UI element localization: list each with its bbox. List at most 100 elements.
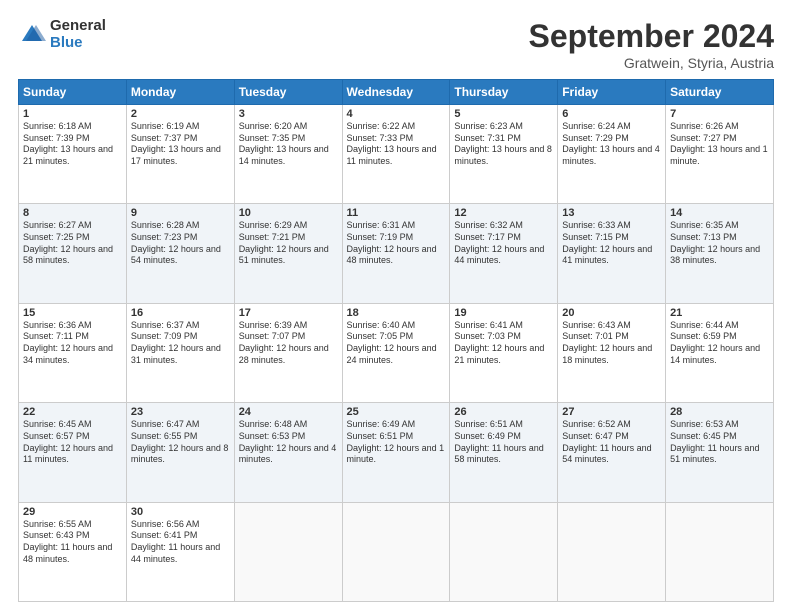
day-number: 16 xyxy=(131,307,230,319)
col-thursday: Thursday xyxy=(450,80,558,105)
table-row: 4 Sunrise: 6:22 AM Sunset: 7:33 PM Dayli… xyxy=(342,105,450,204)
day-number: 4 xyxy=(347,108,446,120)
table-row: 29 Sunrise: 6:55 AM Sunset: 6:43 PM Dayl… xyxy=(19,502,127,601)
cell-content: Sunrise: 6:31 AM Sunset: 7:19 PM Dayligh… xyxy=(347,220,446,267)
cell-content: Sunrise: 6:23 AM Sunset: 7:31 PM Dayligh… xyxy=(454,121,553,168)
cell-content: Sunrise: 6:29 AM Sunset: 7:21 PM Dayligh… xyxy=(239,220,338,267)
cell-content: Sunrise: 6:27 AM Sunset: 7:25 PM Dayligh… xyxy=(23,220,122,267)
table-row: 19 Sunrise: 6:41 AM Sunset: 7:03 PM Dayl… xyxy=(450,303,558,402)
table-row: 13 Sunrise: 6:33 AM Sunset: 7:15 PM Dayl… xyxy=(558,204,666,303)
day-number: 8 xyxy=(23,207,122,219)
table-row: 20 Sunrise: 6:43 AM Sunset: 7:01 PM Dayl… xyxy=(558,303,666,402)
location: Gratwein, Styria, Austria xyxy=(529,55,774,71)
table-row xyxy=(450,502,558,601)
table-row: 22 Sunrise: 6:45 AM Sunset: 6:57 PM Dayl… xyxy=(19,403,127,502)
day-number: 28 xyxy=(670,406,769,418)
table-row: 8 Sunrise: 6:27 AM Sunset: 7:25 PM Dayli… xyxy=(19,204,127,303)
cell-content: Sunrise: 6:24 AM Sunset: 7:29 PM Dayligh… xyxy=(562,121,661,168)
day-number: 2 xyxy=(131,108,230,120)
title-section: September 2024 Gratwein, Styria, Austria xyxy=(529,18,774,71)
table-row xyxy=(234,502,342,601)
cell-content: Sunrise: 6:37 AM Sunset: 7:09 PM Dayligh… xyxy=(131,320,230,367)
cell-content: Sunrise: 6:22 AM Sunset: 7:33 PM Dayligh… xyxy=(347,121,446,168)
logo-icon xyxy=(18,21,46,49)
table-row: 7 Sunrise: 6:26 AM Sunset: 7:27 PM Dayli… xyxy=(666,105,774,204)
cell-content: Sunrise: 6:26 AM Sunset: 7:27 PM Dayligh… xyxy=(670,121,769,168)
day-number: 7 xyxy=(670,108,769,120)
day-number: 9 xyxy=(131,207,230,219)
table-row: 5 Sunrise: 6:23 AM Sunset: 7:31 PM Dayli… xyxy=(450,105,558,204)
day-number: 22 xyxy=(23,406,122,418)
table-row xyxy=(342,502,450,601)
cell-content: Sunrise: 6:28 AM Sunset: 7:23 PM Dayligh… xyxy=(131,220,230,267)
day-number: 5 xyxy=(454,108,553,120)
table-row: 2 Sunrise: 6:19 AM Sunset: 7:37 PM Dayli… xyxy=(126,105,234,204)
day-number: 20 xyxy=(562,307,661,319)
logo-blue-text: Blue xyxy=(50,35,106,52)
day-number: 6 xyxy=(562,108,661,120)
day-number: 19 xyxy=(454,307,553,319)
table-row: 11 Sunrise: 6:31 AM Sunset: 7:19 PM Dayl… xyxy=(342,204,450,303)
table-row: 26 Sunrise: 6:51 AM Sunset: 6:49 PM Dayl… xyxy=(450,403,558,502)
cell-content: Sunrise: 6:19 AM Sunset: 7:37 PM Dayligh… xyxy=(131,121,230,168)
day-number: 14 xyxy=(670,207,769,219)
day-number: 25 xyxy=(347,406,446,418)
day-number: 1 xyxy=(23,108,122,120)
col-monday: Monday xyxy=(126,80,234,105)
cell-content: Sunrise: 6:45 AM Sunset: 6:57 PM Dayligh… xyxy=(23,419,122,466)
cell-content: Sunrise: 6:41 AM Sunset: 7:03 PM Dayligh… xyxy=(454,320,553,367)
day-number: 26 xyxy=(454,406,553,418)
cell-content: Sunrise: 6:48 AM Sunset: 6:53 PM Dayligh… xyxy=(239,419,338,466)
cell-content: Sunrise: 6:39 AM Sunset: 7:07 PM Dayligh… xyxy=(239,320,338,367)
logo: General Blue xyxy=(18,18,106,51)
cell-content: Sunrise: 6:55 AM Sunset: 6:43 PM Dayligh… xyxy=(23,519,122,566)
cell-content: Sunrise: 6:44 AM Sunset: 6:59 PM Dayligh… xyxy=(670,320,769,367)
cell-content: Sunrise: 6:56 AM Sunset: 6:41 PM Dayligh… xyxy=(131,519,230,566)
day-number: 30 xyxy=(131,506,230,518)
table-row: 14 Sunrise: 6:35 AM Sunset: 7:13 PM Dayl… xyxy=(666,204,774,303)
cell-content: Sunrise: 6:32 AM Sunset: 7:17 PM Dayligh… xyxy=(454,220,553,267)
day-number: 29 xyxy=(23,506,122,518)
table-row: 3 Sunrise: 6:20 AM Sunset: 7:35 PM Dayli… xyxy=(234,105,342,204)
cell-content: Sunrise: 6:53 AM Sunset: 6:45 PM Dayligh… xyxy=(670,419,769,466)
col-tuesday: Tuesday xyxy=(234,80,342,105)
table-row: 25 Sunrise: 6:49 AM Sunset: 6:51 PM Dayl… xyxy=(342,403,450,502)
day-number: 27 xyxy=(562,406,661,418)
table-row: 12 Sunrise: 6:32 AM Sunset: 7:17 PM Dayl… xyxy=(450,204,558,303)
table-row: 16 Sunrise: 6:37 AM Sunset: 7:09 PM Dayl… xyxy=(126,303,234,402)
table-row: 6 Sunrise: 6:24 AM Sunset: 7:29 PM Dayli… xyxy=(558,105,666,204)
cell-content: Sunrise: 6:40 AM Sunset: 7:05 PM Dayligh… xyxy=(347,320,446,367)
day-number: 21 xyxy=(670,307,769,319)
cell-content: Sunrise: 6:18 AM Sunset: 7:39 PM Dayligh… xyxy=(23,121,122,168)
month-title: September 2024 xyxy=(529,18,774,55)
table-row xyxy=(558,502,666,601)
cell-content: Sunrise: 6:43 AM Sunset: 7:01 PM Dayligh… xyxy=(562,320,661,367)
cell-content: Sunrise: 6:49 AM Sunset: 6:51 PM Dayligh… xyxy=(347,419,446,466)
col-saturday: Saturday xyxy=(666,80,774,105)
calendar-table: Sunday Monday Tuesday Wednesday Thursday… xyxy=(18,79,774,602)
table-row: 24 Sunrise: 6:48 AM Sunset: 6:53 PM Dayl… xyxy=(234,403,342,502)
day-number: 12 xyxy=(454,207,553,219)
cell-content: Sunrise: 6:51 AM Sunset: 6:49 PM Dayligh… xyxy=(454,419,553,466)
col-wednesday: Wednesday xyxy=(342,80,450,105)
cell-content: Sunrise: 6:36 AM Sunset: 7:11 PM Dayligh… xyxy=(23,320,122,367)
cell-content: Sunrise: 6:33 AM Sunset: 7:15 PM Dayligh… xyxy=(562,220,661,267)
cell-content: Sunrise: 6:20 AM Sunset: 7:35 PM Dayligh… xyxy=(239,121,338,168)
day-number: 13 xyxy=(562,207,661,219)
cell-content: Sunrise: 6:35 AM Sunset: 7:13 PM Dayligh… xyxy=(670,220,769,267)
table-row: 1 Sunrise: 6:18 AM Sunset: 7:39 PM Dayli… xyxy=(19,105,127,204)
day-number: 18 xyxy=(347,307,446,319)
table-row: 17 Sunrise: 6:39 AM Sunset: 7:07 PM Dayl… xyxy=(234,303,342,402)
table-row: 15 Sunrise: 6:36 AM Sunset: 7:11 PM Dayl… xyxy=(19,303,127,402)
day-number: 10 xyxy=(239,207,338,219)
table-row: 18 Sunrise: 6:40 AM Sunset: 7:05 PM Dayl… xyxy=(342,303,450,402)
table-row: 30 Sunrise: 6:56 AM Sunset: 6:41 PM Dayl… xyxy=(126,502,234,601)
day-number: 24 xyxy=(239,406,338,418)
table-row: 9 Sunrise: 6:28 AM Sunset: 7:23 PM Dayli… xyxy=(126,204,234,303)
table-row: 28 Sunrise: 6:53 AM Sunset: 6:45 PM Dayl… xyxy=(666,403,774,502)
col-friday: Friday xyxy=(558,80,666,105)
day-number: 3 xyxy=(239,108,338,120)
col-sunday: Sunday xyxy=(19,80,127,105)
day-number: 15 xyxy=(23,307,122,319)
cell-content: Sunrise: 6:52 AM Sunset: 6:47 PM Dayligh… xyxy=(562,419,661,466)
